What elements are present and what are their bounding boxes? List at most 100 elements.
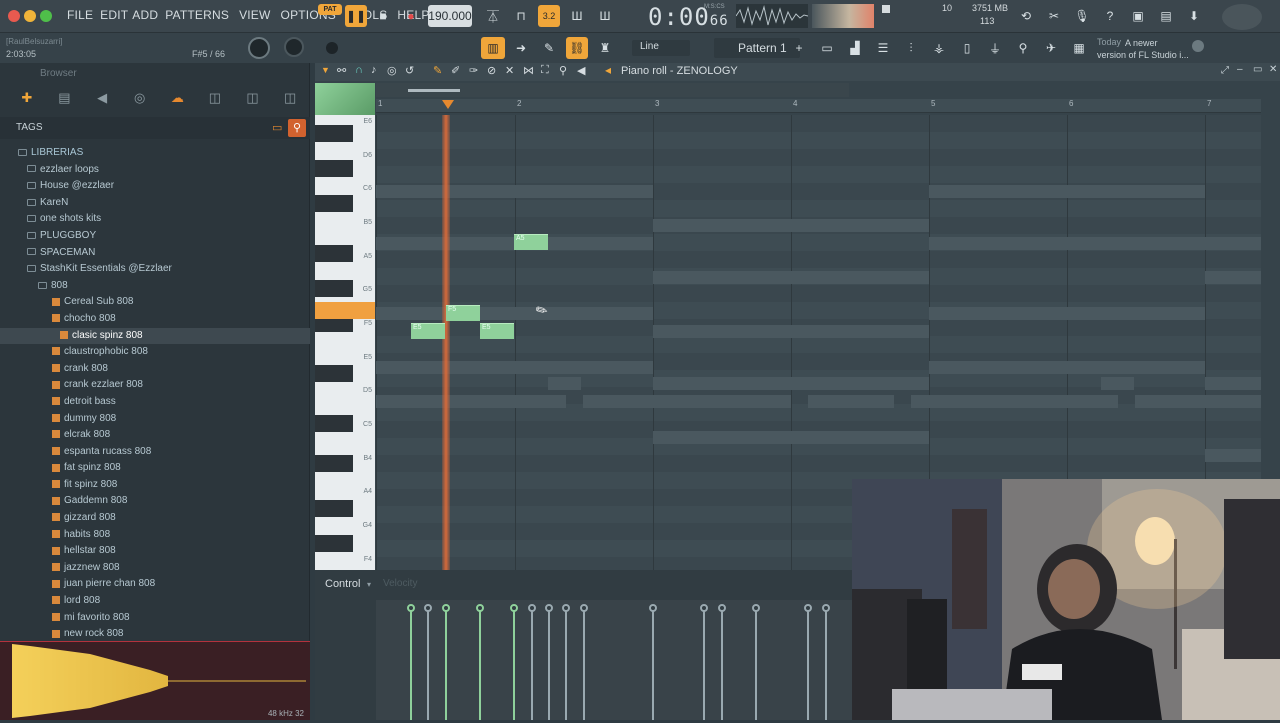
timeline-ruler[interactable]: 1 2 3 4 5 6 7: [376, 99, 1261, 113]
browser-item[interactable]: fit spinz 808: [0, 477, 310, 494]
add-pattern-icon[interactable]: +: [792, 37, 806, 59]
restore-icon[interactable]: ▭: [1253, 64, 1262, 75]
piano-roll-icon[interactable]: ▟: [844, 37, 866, 59]
countdown-icon[interactable]: 3.2: [538, 5, 560, 27]
selected-key[interactable]: [315, 302, 375, 319]
save-icon[interactable]: ▣: [1128, 5, 1148, 27]
search-icon[interactable]: ⚲: [288, 119, 306, 137]
control-label[interactable]: Control: [325, 578, 360, 590]
browser-item[interactable]: Cereal Sub 808: [0, 294, 310, 311]
velocity-handle[interactable]: [752, 604, 760, 612]
black-key[interactable]: [315, 500, 353, 517]
stamp-icon[interactable]: ♜: [594, 37, 616, 59]
tags-label[interactable]: TAGS: [16, 122, 42, 133]
pattern-song-toggle[interactable]: PAT: [318, 4, 342, 15]
piano-keyboard[interactable]: E6D6C6B5A5G5F5E5D5C5B4A4G4F4E4: [315, 115, 375, 620]
playlist-icon[interactable]: ▭: [816, 37, 838, 59]
piano-roll-menu-icon[interactable]: ▼: [321, 65, 330, 75]
midi-note[interactable]: A5: [514, 234, 548, 250]
speaker-icon[interactable]: ◂: [605, 63, 611, 77]
velocity-bar[interactable]: [479, 608, 481, 720]
output-slider[interactable]: [326, 42, 338, 54]
master-pitch-knob[interactable]: [284, 37, 304, 57]
black-key[interactable]: [315, 365, 353, 382]
browser-item[interactable]: Gaddemn 808: [0, 493, 310, 510]
mic-icon[interactable]: 🎙: [1072, 5, 1092, 27]
black-key[interactable]: [315, 195, 353, 212]
velocity-handle[interactable]: [649, 604, 657, 612]
delete-icon[interactable]: ⊘: [487, 64, 496, 77]
browser-item[interactable]: mi favorito 808: [0, 610, 310, 627]
zoom-icon[interactable]: ⚲: [559, 64, 567, 77]
browser-item[interactable]: 808: [0, 278, 310, 295]
browser-item[interactable]: lord 808: [0, 593, 310, 610]
sounds-icon[interactable]: ◎: [121, 90, 159, 106]
cloud-icon[interactable]: ☁: [159, 90, 197, 106]
velocity-handle[interactable]: [510, 604, 518, 612]
loop-icon[interactable]: ↺: [405, 64, 414, 77]
midi-note[interactable]: F5: [446, 305, 480, 321]
undo-history-icon[interactable]: ⟲: [1016, 5, 1036, 27]
browser-item[interactable]: dummy 808: [0, 411, 310, 428]
velocity-bar[interactable]: [548, 608, 550, 720]
folder-icon[interactable]: ▭: [272, 121, 282, 134]
file-icon[interactable]: ▯: [956, 37, 978, 59]
close-window-button[interactable]: [8, 10, 20, 22]
velocity-bar[interactable]: [427, 608, 429, 720]
bird-icon[interactable]: ✈: [1040, 37, 1062, 59]
playhead-marker-icon[interactable]: [442, 100, 454, 109]
history-icon[interactable]: ◫: [271, 90, 309, 106]
velocity-lane[interactable]: [376, 600, 852, 720]
current-project-icon[interactable]: ▤: [46, 90, 84, 106]
velocity-handle[interactable]: [528, 604, 536, 612]
note-icon[interactable]: ♪: [371, 64, 377, 76]
velocity-bar[interactable]: [513, 608, 515, 720]
plug-icon[interactable]: ⏚: [984, 37, 1006, 59]
paint-icon[interactable]: ✐: [451, 64, 460, 77]
black-key[interactable]: [315, 535, 353, 552]
pause-button[interactable]: ❚❚: [345, 5, 367, 27]
mute-icon[interactable]: ✕: [505, 64, 514, 77]
menu-view[interactable]: VIEW: [234, 8, 275, 22]
browser-item[interactable]: detroit bass: [0, 394, 310, 411]
mixer-icon[interactable]: ⫶: [900, 37, 922, 59]
browser-item[interactable]: StashKit Essentials @Ezzlaer: [0, 261, 310, 278]
velocity-bar[interactable]: [721, 608, 723, 720]
browser-item[interactable]: espanta rucass 808: [0, 444, 310, 461]
velocity-bar[interactable]: [807, 608, 809, 720]
stop-button[interactable]: ■: [372, 5, 394, 27]
news-close-icon[interactable]: [1192, 40, 1204, 52]
browser-item[interactable]: gizzard 808: [0, 510, 310, 527]
master-volume-knob[interactable]: [248, 37, 270, 59]
piano-roll-tool-icon[interactable]: ▥: [481, 37, 505, 59]
browser-item[interactable]: PLUGGBOY: [0, 228, 310, 245]
velocity-bar[interactable]: [583, 608, 585, 720]
velocity-bar[interactable]: [445, 608, 447, 720]
brush-tool-icon[interactable]: ✑: [469, 64, 478, 77]
slice-icon[interactable]: ⋈: [523, 64, 534, 77]
loop-record-icon[interactable]: Ш: [594, 5, 616, 27]
link-icon[interactable]: ⛓: [566, 37, 588, 59]
black-key[interactable]: [315, 415, 353, 432]
velocity-bar[interactable]: [825, 608, 827, 720]
folder-tab-icon[interactable]: ◫: [196, 90, 234, 106]
browser-item[interactable]: juan pierre chan 808: [0, 576, 310, 593]
browser-item[interactable]: LIBRERIAS: [0, 145, 310, 162]
browser-item[interactable]: hellstar 808: [0, 543, 310, 560]
help-icon[interactable]: ?: [1100, 5, 1120, 27]
black-key[interactable]: [315, 280, 353, 297]
starred-icon[interactable]: ◫: [234, 90, 272, 106]
playhead-line[interactable]: [442, 115, 450, 585]
maximize-window-button[interactable]: [40, 10, 52, 22]
mini-overview[interactable]: [315, 83, 375, 115]
record-mode-icon[interactable]: ◎: [387, 64, 397, 77]
piano-roll-title[interactable]: Piano roll - ZENOLOGY: [621, 65, 738, 77]
velocity-handle[interactable]: [804, 604, 812, 612]
velocity-bar[interactable]: [565, 608, 567, 720]
metronome-icon[interactable]: ⏄: [482, 5, 504, 27]
browser-item[interactable]: elcrak 808: [0, 427, 310, 444]
record-button[interactable]: ●: [400, 5, 422, 27]
browser-item[interactable]: fat spinz 808: [0, 460, 310, 477]
black-key[interactable]: [315, 245, 353, 262]
channel-rack-icon[interactable]: ☰: [872, 37, 894, 59]
